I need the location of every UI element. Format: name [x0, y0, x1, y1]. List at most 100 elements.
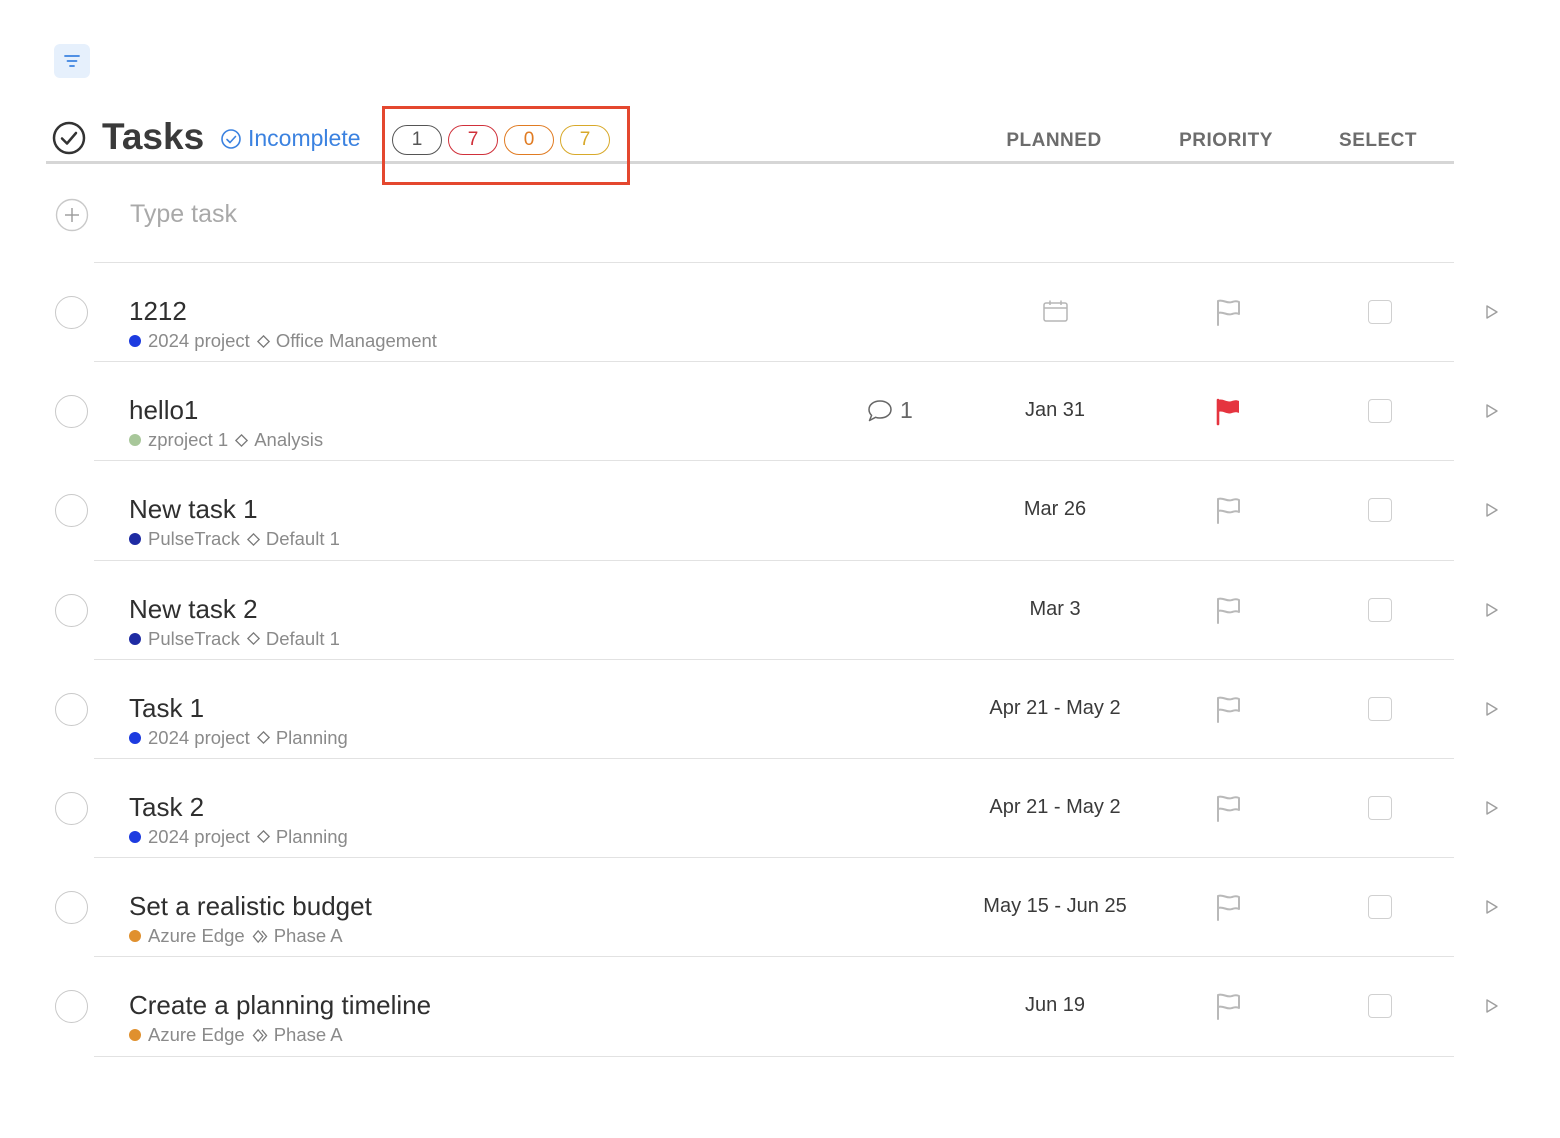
task-title[interactable]: New task 2	[129, 594, 258, 625]
task-row[interactable]: New task 1 PulseTrack Default 1 Mar 26	[46, 461, 1526, 561]
planned-date[interactable]: Apr 21 - May 2	[989, 697, 1120, 720]
task-title[interactable]: Create a planning timeline	[129, 990, 431, 1021]
play-arrow-icon[interactable]	[1484, 402, 1500, 420]
complete-task-checkbox[interactable]	[55, 692, 88, 726]
project-color-dot	[129, 434, 141, 447]
complete-task-checkbox[interactable]	[55, 296, 88, 329]
task-project: 2024 project	[148, 825, 250, 847]
select-checkbox[interactable]	[1368, 498, 1392, 523]
comment-bubble-icon	[868, 399, 892, 421]
counter-badge[interactable]: 0	[504, 125, 554, 155]
complete-task-checkbox[interactable]	[55, 395, 88, 429]
add-circle-icon[interactable]	[55, 198, 89, 232]
priority-flag-icon[interactable]	[1213, 793, 1243, 823]
priority-flag-icon[interactable]	[1213, 396, 1243, 426]
task-title[interactable]: Set a realistic budget	[129, 891, 372, 922]
filter-button[interactable]	[54, 44, 90, 78]
task-input[interactable]	[130, 196, 930, 232]
task-row[interactable]: hello1 zproject 1 Analysis 1 Jan 31	[46, 362, 1526, 462]
play-arrow-icon[interactable]	[1484, 601, 1500, 619]
section-diamond-icon	[246, 532, 260, 546]
task-project: 2024 project	[148, 330, 250, 351]
planned-date[interactable]: May 15 - Jun 25	[983, 895, 1126, 918]
task-row[interactable]: Task 2 2024 project Planning Apr 21 - May 2	[46, 759, 1526, 859]
task-meta: 2024 project Planning	[129, 826, 348, 848]
calendar-icon[interactable]	[1042, 299, 1069, 323]
task-section: Office Management	[275, 330, 437, 351]
select-checkbox[interactable]	[1368, 994, 1392, 1019]
planned-date[interactable]: Jun 19	[1025, 994, 1085, 1017]
select-checkbox[interactable]	[1368, 399, 1392, 424]
play-arrow-icon[interactable]	[1484, 997, 1500, 1015]
complete-task-checkbox[interactable]	[55, 990, 88, 1024]
check-circle-icon	[52, 121, 86, 155]
priority-flag-icon[interactable]	[1213, 892, 1243, 922]
task-section: Analysis	[254, 429, 324, 451]
task-meta: zproject 1 Analysis	[129, 429, 323, 451]
complete-task-checkbox[interactable]	[55, 593, 88, 627]
counter-badge[interactable]: 1	[392, 125, 442, 155]
column-planned[interactable]: PLANNED	[1006, 130, 1101, 152]
complete-task-checkbox[interactable]	[55, 494, 88, 528]
check-circle-icon	[221, 128, 241, 149]
task-project: 2024 project	[148, 726, 250, 748]
task-section: Planning	[275, 825, 348, 847]
task-section: Planning	[275, 726, 348, 748]
comment-count[interactable]: 1	[866, 397, 913, 424]
task-project: Azure Edge	[148, 1024, 245, 1046]
task-counters: 1707	[392, 125, 610, 155]
column-select[interactable]: SELECT	[1339, 130, 1417, 152]
play-arrow-icon[interactable]	[1484, 303, 1500, 321]
planned-date[interactable]: Mar 26	[1024, 498, 1086, 521]
project-color-dot	[129, 335, 141, 347]
task-title[interactable]: 1212	[129, 296, 187, 327]
priority-flag-icon[interactable]	[1213, 991, 1243, 1021]
select-checkbox[interactable]	[1368, 696, 1392, 721]
play-arrow-icon[interactable]	[1484, 700, 1500, 718]
project-color-dot	[129, 1029, 141, 1042]
task-row[interactable]: Task 1 2024 project Planning Apr 21 - May 2	[46, 660, 1526, 760]
play-arrow-icon[interactable]	[1484, 898, 1500, 916]
planned-date[interactable]: Mar 3	[1029, 598, 1080, 621]
add-task-row	[46, 192, 1454, 263]
priority-flag-icon[interactable]	[1213, 495, 1243, 525]
task-meta: 2024 project Planning	[129, 727, 348, 749]
task-title[interactable]: Task 2	[129, 792, 204, 823]
task-row[interactable]: New task 2 PulseTrack Default 1 Mar 3	[46, 561, 1526, 660]
planned-date[interactable]: Jan 31	[1025, 399, 1085, 422]
column-priority[interactable]: PRIORITY	[1179, 130, 1273, 152]
task-title[interactable]: New task 1	[129, 494, 258, 525]
complete-task-checkbox[interactable]	[55, 791, 88, 825]
section-diamond-icon	[256, 830, 270, 844]
priority-flag-icon[interactable]	[1213, 297, 1243, 327]
complete-task-checkbox[interactable]	[55, 891, 88, 925]
select-checkbox[interactable]	[1368, 597, 1392, 622]
planned-date[interactable]: Apr 21 - May 2	[989, 796, 1120, 819]
task-row[interactable]: Set a realistic budget Azure Edge Phase A M…	[46, 858, 1526, 958]
project-color-dot	[129, 930, 141, 943]
play-arrow-icon[interactable]	[1484, 799, 1500, 817]
task-title[interactable]: Task 1	[129, 693, 204, 724]
task-title[interactable]: hello1	[129, 395, 198, 426]
task-row[interactable]: Create a planning timeline Azure Edge Phas…	[46, 957, 1526, 1057]
project-color-dot	[129, 533, 141, 546]
task-section: Default 1	[265, 627, 340, 649]
select-checkbox[interactable]	[1368, 895, 1392, 920]
counter-badge[interactable]: 7	[560, 125, 610, 155]
play-arrow-icon[interactable]	[1484, 501, 1500, 519]
task-project: zproject 1	[148, 429, 229, 451]
counter-badge[interactable]: 7	[448, 125, 498, 155]
task-list: 1212 2024 project Office Management hello1 z…	[46, 263, 1526, 1057]
status-filter[interactable]: Incomplete	[220, 125, 361, 152]
priority-flag-icon[interactable]	[1213, 595, 1243, 625]
section-diamond-icon	[256, 731, 270, 745]
task-row[interactable]: 1212 2024 project Office Management	[46, 263, 1526, 363]
filter-lines-icon	[64, 55, 80, 67]
task-meta: 2024 project Office Management	[129, 330, 437, 352]
priority-flag-icon[interactable]	[1213, 694, 1243, 724]
select-checkbox[interactable]	[1368, 795, 1392, 820]
select-checkbox[interactable]	[1368, 300, 1392, 324]
task-section: Phase A	[273, 1024, 343, 1046]
task-section: Default 1	[265, 528, 340, 550]
project-color-dot	[129, 632, 141, 645]
